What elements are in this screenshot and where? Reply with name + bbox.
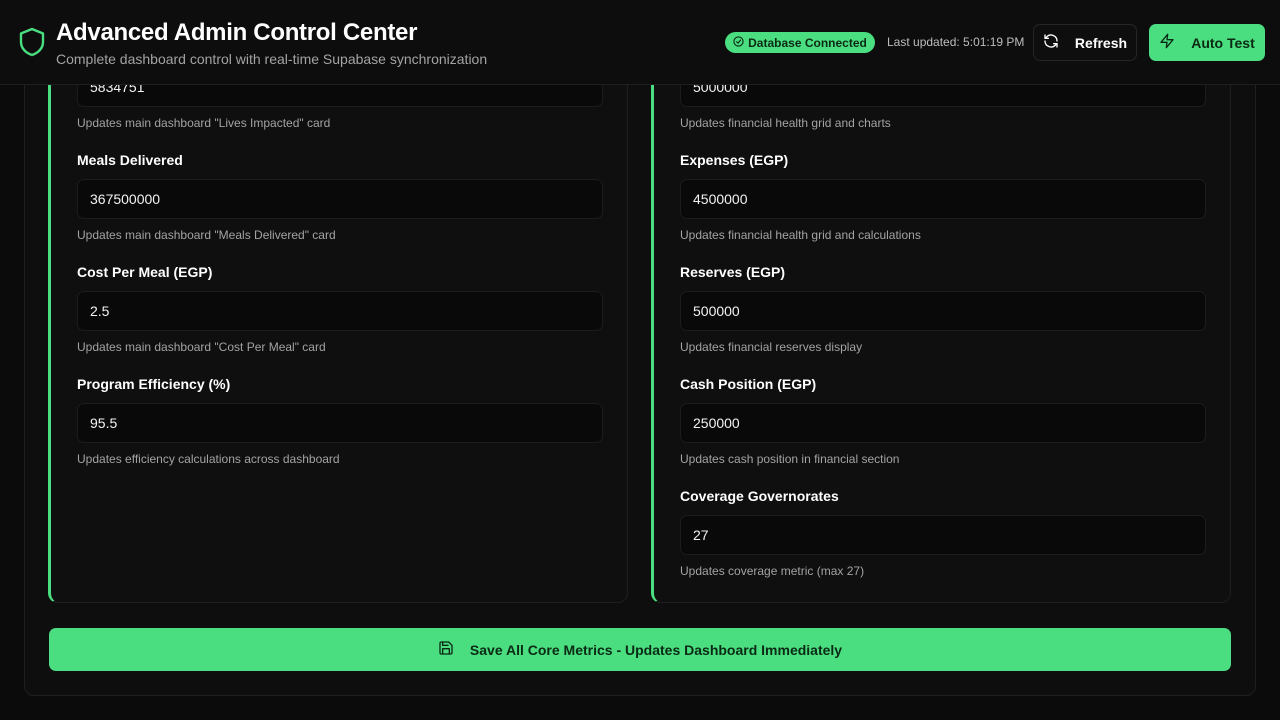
reserves-label: Reserves (EGP) xyxy=(680,264,786,280)
meals-delivered-input[interactable] xyxy=(77,179,603,219)
app-header: Advanced Admin Control Center Complete d… xyxy=(0,0,1280,85)
lives-impacted-help: Updates main dashboard "Lives Impacted" … xyxy=(77,116,331,130)
coverage-governorates-input[interactable] xyxy=(680,515,1206,555)
reserves-help: Updates financial reserves display xyxy=(680,340,863,354)
save-icon xyxy=(438,640,454,659)
cash-position-label: Cash Position (EGP) xyxy=(680,376,817,392)
cash-position-help: Updates cash position in financial secti… xyxy=(680,452,900,466)
page-title: Advanced Admin Control Center xyxy=(56,19,418,46)
save-button-label: Save All Core Metrics - Updates Dashboar… xyxy=(469,641,843,658)
auto-test-button[interactable]: Auto Test xyxy=(1149,24,1265,61)
expenses-input[interactable] xyxy=(680,179,1206,219)
page-subtitle: Complete dashboard control with real-tim… xyxy=(56,51,488,67)
expenses-help: Updates financial health grid and calcul… xyxy=(680,228,921,242)
check-circle-icon xyxy=(733,35,744,50)
cost-per-meal-label: Cost Per Meal (EGP) xyxy=(77,264,213,280)
cash-position-input[interactable] xyxy=(680,403,1206,443)
coverage-governorates-help: Updates coverage metric (max 27) xyxy=(680,564,865,578)
shield-icon xyxy=(19,27,45,57)
reserves-input[interactable] xyxy=(680,291,1206,331)
revenue-help: Updates financial health grid and charts xyxy=(680,116,891,130)
expenses-label: Expenses (EGP) xyxy=(680,152,789,168)
save-core-metrics-button[interactable]: Save All Core Metrics - Updates Dashboar… xyxy=(49,628,1231,671)
status-text: Database Connected xyxy=(748,35,867,50)
last-updated-timestamp: Last updated: 5:01:19 PM xyxy=(887,35,1025,49)
meals-delivered-help: Updates main dashboard "Meals Delivered"… xyxy=(77,228,336,242)
status-badge: Database Connected xyxy=(725,32,875,53)
meals-delivered-label: Meals Delivered xyxy=(77,152,183,168)
cost-per-meal-input[interactable] xyxy=(77,291,603,331)
refresh-button[interactable]: Refresh xyxy=(1033,24,1137,61)
program-efficiency-help: Updates efficiency calculations across d… xyxy=(77,452,340,466)
auto-test-button-label: Auto Test xyxy=(1191,34,1255,51)
coverage-governorates-label: Coverage Governorates xyxy=(680,488,839,504)
refresh-icon xyxy=(1043,33,1059,52)
cost-per-meal-help: Updates main dashboard "Cost Per Meal" c… xyxy=(77,340,326,354)
program-efficiency-label: Program Efficiency (%) xyxy=(77,376,231,392)
refresh-button-label: Refresh xyxy=(1074,34,1128,51)
lightning-icon xyxy=(1159,33,1175,52)
program-efficiency-input[interactable] xyxy=(77,403,603,443)
